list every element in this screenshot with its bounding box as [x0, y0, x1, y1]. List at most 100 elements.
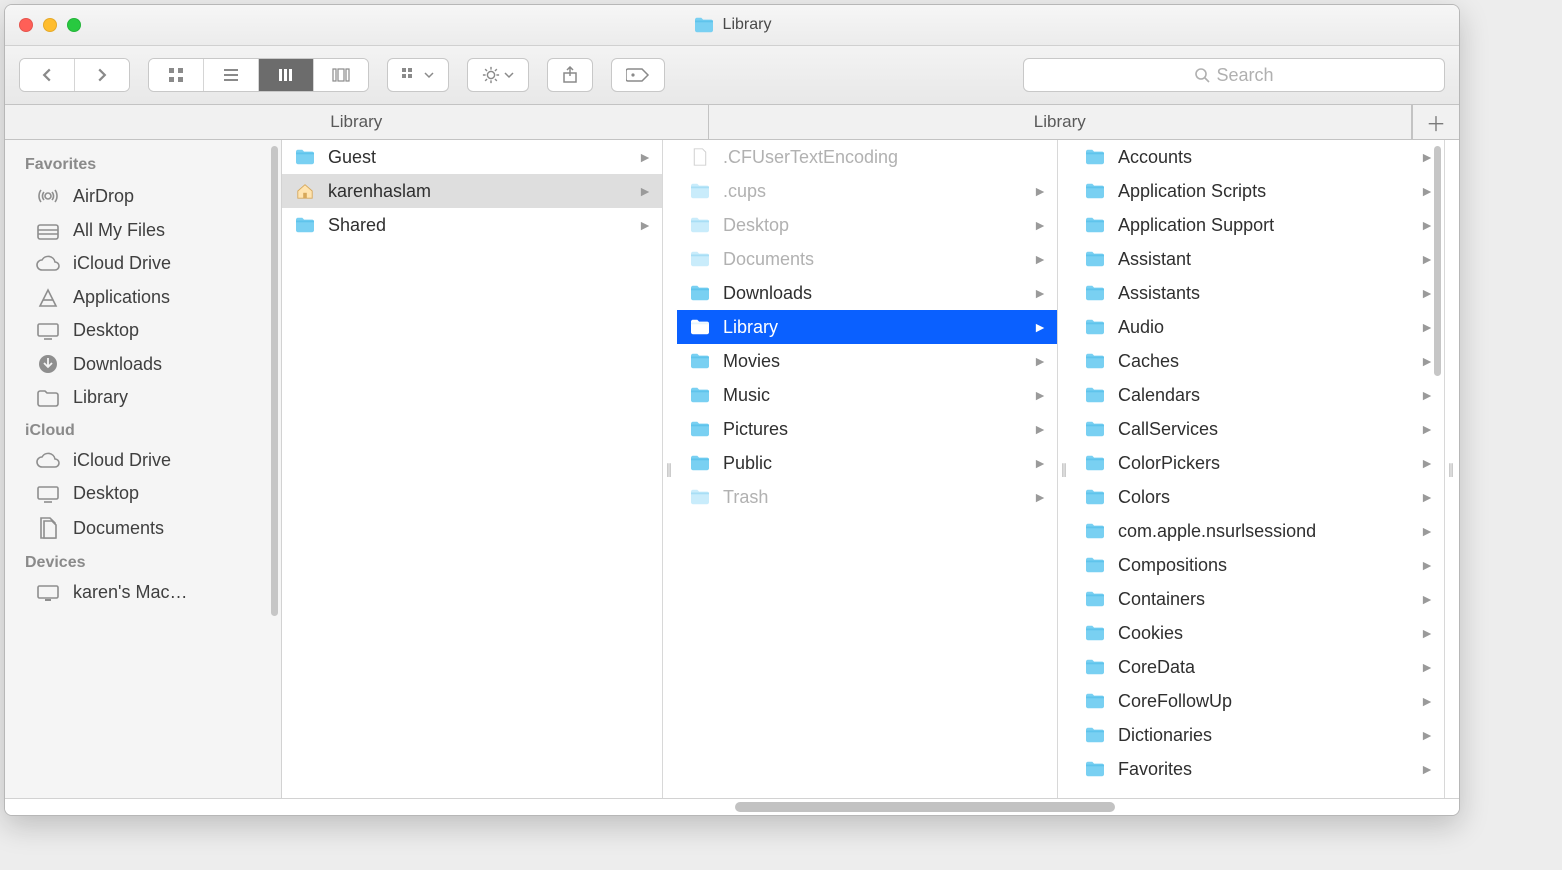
search-field[interactable]: Search [1023, 58, 1445, 92]
list-item[interactable]: Containers► [1072, 582, 1444, 616]
list-item[interactable]: Audio► [1072, 310, 1444, 344]
applications-icon [35, 286, 61, 308]
list-item[interactable]: Application Support► [1072, 208, 1444, 242]
sidebar-item-label: iCloud Drive [73, 253, 171, 274]
list-item[interactable]: .CFUserTextEncoding [677, 140, 1057, 174]
list-item[interactable]: CoreData► [1072, 650, 1444, 684]
list-item-label: Cookies [1118, 623, 1408, 644]
chevron-left-icon [40, 68, 54, 82]
chevron-right-icon: ► [1420, 387, 1434, 403]
gear-icon [482, 66, 500, 84]
list-item[interactable]: Public► [677, 446, 1057, 480]
sidebar[interactable]: FavoritesAirDropAll My FilesiCloud Drive… [5, 140, 282, 798]
list-item[interactable]: Shared► [282, 208, 662, 242]
back-button[interactable] [20, 59, 75, 91]
sidebar-item[interactable]: AirDrop [5, 178, 281, 214]
list-item-label: Compositions [1118, 555, 1408, 576]
column-3[interactable]: Accounts►Application Scripts►Application… [1072, 140, 1445, 798]
view-icons-button[interactable] [149, 59, 204, 91]
minimize-window-button[interactable] [43, 18, 57, 32]
column-resize-handle[interactable]: ∥ [1445, 140, 1459, 798]
list-item[interactable]: ColorPickers► [1072, 446, 1444, 480]
list-item[interactable]: Movies ► [677, 344, 1057, 378]
chevron-right-icon: ► [1033, 217, 1047, 233]
list-item[interactable]: .cups► [677, 174, 1057, 208]
list-item[interactable]: Pictures ► [677, 412, 1057, 446]
list-item-label: Trash [723, 487, 1021, 508]
chevron-right-icon: ► [1033, 353, 1047, 369]
share-button[interactable] [547, 58, 593, 92]
list-item[interactable]: Calendars ► [1072, 378, 1444, 412]
list-item[interactable]: Library► [677, 310, 1057, 344]
list-item[interactable]: Trash ► [677, 480, 1057, 514]
view-list-button[interactable] [204, 59, 259, 91]
new-tab-button[interactable]: ＋ [1412, 105, 1459, 139]
list-item-label: Calendars [1118, 385, 1408, 406]
sidebar-item[interactable]: Applications [5, 280, 281, 314]
close-window-button[interactable] [19, 18, 33, 32]
documents-icon [35, 516, 61, 540]
list-item[interactable]: Favorites► [1072, 752, 1444, 786]
view-columns-button[interactable] [259, 59, 314, 91]
airdrop-icon [35, 184, 61, 208]
sidebar-item[interactable]: Desktop [5, 314, 281, 347]
column-resize-handle[interactable]: ∥ [663, 140, 677, 798]
list-item-label: Movies [723, 351, 1021, 372]
list-item[interactable]: Assistant► [1072, 242, 1444, 276]
sidebar-item-label: Desktop [73, 483, 139, 504]
list-item-label: Pictures [723, 419, 1021, 440]
sidebar-item[interactable]: Library [5, 381, 281, 414]
chevron-right-icon: ► [1033, 421, 1047, 437]
list-item[interactable]: Caches► [1072, 344, 1444, 378]
path-tab-2[interactable]: Library [709, 105, 1413, 139]
fullscreen-window-button[interactable] [67, 18, 81, 32]
forward-button[interactable] [75, 59, 129, 91]
list-item[interactable]: Accounts► [1072, 140, 1444, 174]
list-item-label: Shared [328, 215, 626, 236]
sidebar-item[interactable]: Downloads [5, 347, 281, 381]
chevron-right-icon: ► [1033, 489, 1047, 505]
chevron-down-icon [424, 71, 434, 79]
sidebar-heading: Devices [5, 546, 281, 576]
column-1[interactable]: Guest►karenhaslam►Shared► [282, 140, 663, 798]
list-item[interactable]: karenhaslam► [282, 174, 662, 208]
list-item-label: Favorites [1118, 759, 1408, 780]
list-item[interactable]: CoreFollowUp► [1072, 684, 1444, 718]
list-item[interactable]: CallServices► [1072, 412, 1444, 446]
list-item[interactable]: Assistants► [1072, 276, 1444, 310]
column-resize-handle[interactable]: ∥ [1058, 140, 1072, 798]
search-icon [1194, 67, 1210, 83]
scrollbar-thumb[interactable] [735, 802, 1115, 812]
list-item[interactable]: Desktop► [677, 208, 1057, 242]
action-button[interactable] [467, 58, 529, 92]
list-item[interactable]: Music► [677, 378, 1057, 412]
list-item[interactable]: Dictionaries► [1072, 718, 1444, 752]
list-item[interactable]: Colors► [1072, 480, 1444, 514]
list-item[interactable]: Application Scripts► [1072, 174, 1444, 208]
sidebar-item[interactable]: Desktop [5, 477, 281, 510]
pathbar: Library Library ＋ [5, 105, 1459, 140]
list-item[interactable]: Cookies► [1072, 616, 1444, 650]
list-item[interactable]: Documents► [677, 242, 1057, 276]
path-tab-1[interactable]: Library [5, 105, 709, 139]
sidebar-item-label: Applications [73, 287, 170, 308]
sidebar-item[interactable]: All My Files [5, 214, 281, 247]
view-gallery-button[interactable] [314, 59, 368, 91]
tags-button[interactable] [611, 58, 665, 92]
list-item-label: Containers [1118, 589, 1408, 610]
sidebar-item[interactable]: iCloud Drive [5, 247, 281, 280]
column-2[interactable]: .CFUserTextEncoding.cups►Desktop►Documen… [677, 140, 1058, 798]
list-item[interactable]: com.apple.nsurlsessiond► [1072, 514, 1444, 548]
chevron-right-icon: ► [1420, 251, 1434, 267]
arrange-button[interactable] [387, 58, 449, 92]
sidebar-item[interactable]: Documents [5, 510, 281, 546]
list-item-label: Accounts [1118, 147, 1408, 168]
list-item[interactable]: Compositions► [1072, 548, 1444, 582]
list-item[interactable]: Downloads► [677, 276, 1057, 310]
sidebar-item[interactable]: iCloud Drive [5, 444, 281, 477]
sidebar-item[interactable]: karen's Mac… [5, 576, 281, 609]
list-item-label: Public [723, 453, 1021, 474]
horizontal-scrollbar[interactable] [5, 798, 1459, 815]
list-item[interactable]: Guest► [282, 140, 662, 174]
sidebar-scrollbar[interactable] [271, 146, 278, 616]
